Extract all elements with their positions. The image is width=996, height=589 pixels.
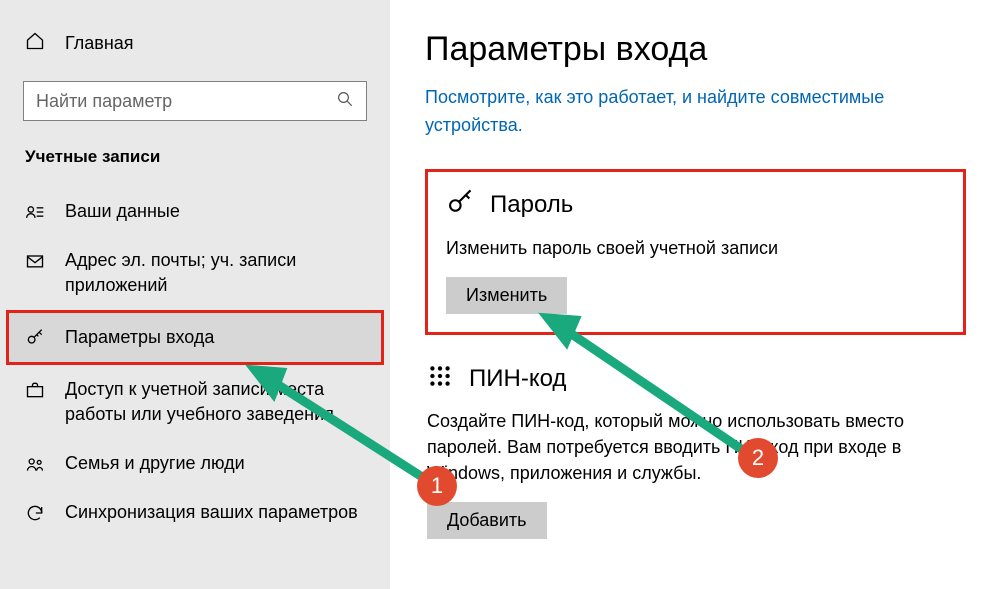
sidebar-nav: Ваши данные Адрес эл. почты; уч. записи … <box>0 187 390 537</box>
sidebar-item-sync[interactable]: Синхронизация ваших параметров <box>0 488 390 537</box>
sync-icon <box>25 503 45 523</box>
sidebar-item-label: Ваши данные <box>65 199 365 224</box>
main-content: Параметры входа Посмотрите, как это рабо… <box>390 0 996 589</box>
password-desc: Изменить пароль своей учетной записи <box>446 235 945 261</box>
sidebar-item-email[interactable]: Адрес эл. почты; уч. записи приложений <box>0 236 390 310</box>
highlight-box-1: Параметры входа <box>6 310 384 365</box>
pin-section: ПИН-код Создайте ПИН-код, который можно … <box>425 363 966 539</box>
home-label: Главная <box>65 33 134 54</box>
password-title: Пароль <box>490 191 573 219</box>
pin-title: ПИН-код <box>469 365 566 393</box>
pin-desc: Создайте ПИН-код, который можно использо… <box>427 408 966 486</box>
sidebar-item-label: Синхронизация ваших параметров <box>65 500 365 525</box>
person-lines-icon <box>25 202 45 222</box>
search-input[interactable]: Найти параметр <box>23 81 367 121</box>
sidebar-item-label: Семья и другие люди <box>65 451 365 476</box>
sidebar-item-label: Адрес эл. почты; уч. записи приложений <box>65 248 365 298</box>
sidebar-item-your-info[interactable]: Ваши данные <box>0 187 390 236</box>
search-icon <box>336 90 354 113</box>
add-pin-button[interactable]: Добавить <box>427 502 547 539</box>
password-section: Пароль Изменить пароль своей учетной зап… <box>425 169 966 335</box>
sidebar-item-signin-options[interactable]: Параметры входа <box>9 313 381 362</box>
mail-icon <box>25 251 45 271</box>
sidebar: Главная Найти параметр Учетные записи Ва… <box>0 0 390 589</box>
home-icon <box>25 31 45 56</box>
annotation-badge-2: 2 <box>738 438 778 478</box>
sidebar-item-work-access[interactable]: Доступ к учетной записи места работы или… <box>0 365 390 439</box>
key-icon <box>25 328 45 348</box>
change-password-button[interactable]: Изменить <box>446 277 567 314</box>
page-title: Параметры входа <box>425 30 966 69</box>
search-placeholder: Найти параметр <box>36 91 172 112</box>
briefcase-icon <box>25 380 45 400</box>
sidebar-item-family[interactable]: Семья и другие люди <box>0 439 390 488</box>
key-icon <box>446 188 474 221</box>
annotation-badge-1: 1 <box>417 466 457 506</box>
sidebar-item-label: Параметры входа <box>65 325 365 350</box>
sidebar-item-label: Доступ к учетной записи места работы или… <box>65 377 365 427</box>
sidebar-section-title: Учетные записи <box>0 147 390 167</box>
pin-pad-icon <box>427 363 453 394</box>
people-icon <box>25 454 45 474</box>
info-link[interactable]: Посмотрите, как это работает, и найдите … <box>425 83 966 139</box>
sidebar-item-home[interactable]: Главная <box>0 23 390 63</box>
